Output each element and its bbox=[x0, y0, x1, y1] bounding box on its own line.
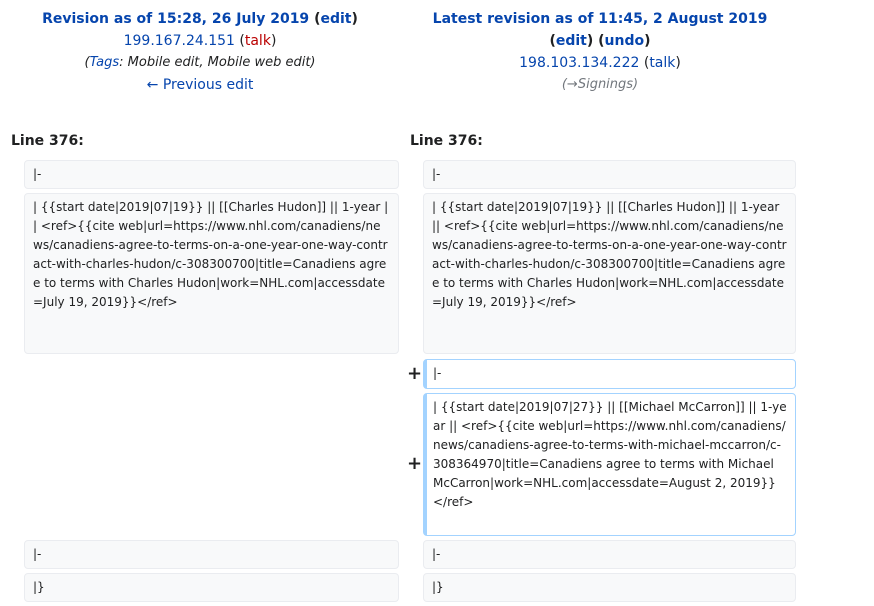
diff-context-right-2: | {{start date|2019|07|19}} || [[Charles… bbox=[423, 193, 796, 354]
left-line-number: Line 376: bbox=[11, 133, 84, 149]
old-revision-title: Revision as of 15:28, 26 July 2019 (edit… bbox=[42, 11, 358, 27]
new-edit-link[interactable]: edit bbox=[556, 33, 587, 49]
added-line-marker: + bbox=[407, 363, 423, 384]
new-revision-user: 198.103.134.222 (talk) bbox=[519, 55, 681, 71]
old-revision-user: 199.167.24.151 (talk) bbox=[123, 33, 277, 49]
new-revision-link[interactable]: Latest revision as of 11:45, 2 August 20… bbox=[433, 11, 768, 27]
new-revision-actions: (edit) (undo) bbox=[549, 33, 651, 49]
tags-link[interactable]: Tags bbox=[90, 55, 120, 70]
diff-context-left-2: | {{start date|2019|07|19}} || [[Charles… bbox=[24, 193, 399, 354]
diff-context-right-3: |- bbox=[423, 540, 796, 569]
diff-added-line-2: | {{start date|2019|07|27}} || [[Michael… bbox=[423, 393, 796, 536]
new-user-link[interactable]: 198.103.134.222 bbox=[519, 55, 639, 71]
diff-context-right-4: |} bbox=[423, 573, 796, 602]
old-revision-tags: (Tags: Mobile edit, Mobile web edit) bbox=[84, 55, 316, 70]
diff-added-line-1: |- bbox=[423, 359, 796, 389]
new-revision-header: Latest revision as of 11:45, 2 August 20… bbox=[400, 8, 800, 96]
tags-text: : Mobile edit, Mobile web edit) bbox=[119, 55, 316, 70]
diff-context-left-4: |} bbox=[24, 573, 399, 602]
right-line-number: Line 376: bbox=[410, 133, 483, 149]
old-user-link[interactable]: 199.167.24.151 bbox=[124, 33, 235, 49]
added-line-marker: + bbox=[407, 453, 423, 474]
previous-edit-link[interactable]: ← Previous edit bbox=[147, 77, 254, 93]
diff-context-right-1: |- bbox=[423, 160, 796, 189]
edit-summary: (→Signings) bbox=[561, 77, 639, 92]
old-edit-link[interactable]: edit bbox=[320, 11, 351, 27]
old-revision-header: Revision as of 15:28, 26 July 2019 (edit… bbox=[0, 8, 400, 96]
undo-link[interactable]: undo bbox=[605, 33, 645, 49]
diff-context-left-1: |- bbox=[24, 160, 399, 189]
old-talk-link[interactable]: talk bbox=[245, 33, 271, 49]
new-talk-link[interactable]: talk bbox=[649, 55, 675, 71]
old-revision-link[interactable]: Revision as of 15:28, 26 July 2019 bbox=[42, 11, 309, 27]
diff-context-left-3: |- bbox=[24, 540, 399, 569]
